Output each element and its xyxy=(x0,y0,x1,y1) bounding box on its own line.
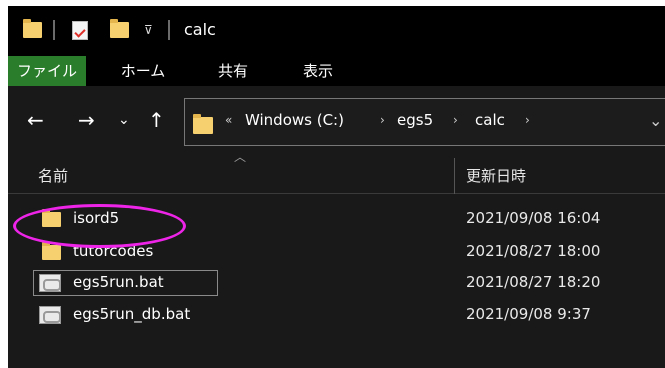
customize-toolbar-chevron-icon[interactable]: ⊽ xyxy=(144,23,153,37)
tab-view[interactable]: 表示 xyxy=(298,56,338,86)
window-title: calc xyxy=(184,20,216,39)
column-header-row: ︿ 名前 更新日時 xyxy=(8,150,665,194)
file-explorer-window: ⊽ calc ファイル ホーム 共有 表示 ← → ⌄ ↑ « Windows … xyxy=(8,6,665,368)
title-bar: ⊽ calc xyxy=(8,6,665,56)
back-arrow-icon[interactable]: ← xyxy=(27,108,44,132)
address-history-chevron-icon[interactable]: ⌄ xyxy=(649,111,665,130)
folder-icon xyxy=(193,114,213,134)
file-date: 2021/08/27 18:00 xyxy=(466,242,601,260)
file-list: ︿ 名前 更新日時 isord5 2021/09/08 16:04 tutorc… xyxy=(8,150,665,368)
breadcrumb-calc[interactable]: calc xyxy=(475,111,505,129)
file-name: egs5run.bat xyxy=(73,273,164,291)
breadcrumb-overflow[interactable]: « xyxy=(225,113,232,127)
batch-file-icon xyxy=(39,274,61,292)
separator xyxy=(168,20,170,40)
tab-share[interactable]: 共有 xyxy=(213,56,253,86)
batch-file-icon xyxy=(39,306,61,324)
file-date: 2021/09/08 16:04 xyxy=(466,209,601,227)
new-folder-icon[interactable] xyxy=(110,19,129,41)
recent-locations-chevron-icon[interactable]: ⌄ xyxy=(118,112,130,128)
breadcrumb-separator[interactable]: › xyxy=(380,113,385,127)
file-name: egs5run_db.bat xyxy=(73,305,191,323)
tab-home[interactable]: ホーム xyxy=(118,56,168,86)
properties-icon[interactable] xyxy=(72,21,88,40)
column-header-date[interactable]: 更新日時 xyxy=(466,165,526,186)
file-date: 2021/09/08 9:37 xyxy=(466,305,591,323)
file-date: 2021/08/27 18:20 xyxy=(466,273,601,291)
ribbon-tabs: ファイル ホーム 共有 表示 xyxy=(8,56,665,86)
folder-icon xyxy=(42,242,61,260)
separator xyxy=(53,20,55,40)
forward-arrow-icon[interactable]: → xyxy=(78,108,95,132)
highlight-annotation xyxy=(13,204,186,248)
breadcrumb-drive[interactable]: Windows (C:) xyxy=(245,111,344,129)
folder-icon xyxy=(23,19,42,41)
tab-file[interactable]: ファイル xyxy=(8,56,86,86)
column-header-name[interactable]: 名前 xyxy=(38,165,68,186)
breadcrumb-separator[interactable]: › xyxy=(525,113,530,127)
list-item[interactable]: egs5run.bat 2021/08/27 18:20 xyxy=(8,270,665,296)
address-bar[interactable]: « Windows (C:) › egs5 › calc › ⌄ xyxy=(184,98,665,146)
breadcrumb-separator[interactable]: › xyxy=(453,113,458,127)
list-item[interactable]: egs5run_db.bat 2021/09/08 9:37 xyxy=(8,302,665,328)
sort-ascending-icon: ︿ xyxy=(234,150,247,164)
navigation-bar: ← → ⌄ ↑ « Windows (C:) › egs5 › calc › ⌄ xyxy=(8,86,665,156)
column-divider[interactable] xyxy=(454,158,455,194)
up-arrow-icon[interactable]: ↑ xyxy=(148,108,165,132)
breadcrumb-egs5[interactable]: egs5 xyxy=(397,111,433,129)
